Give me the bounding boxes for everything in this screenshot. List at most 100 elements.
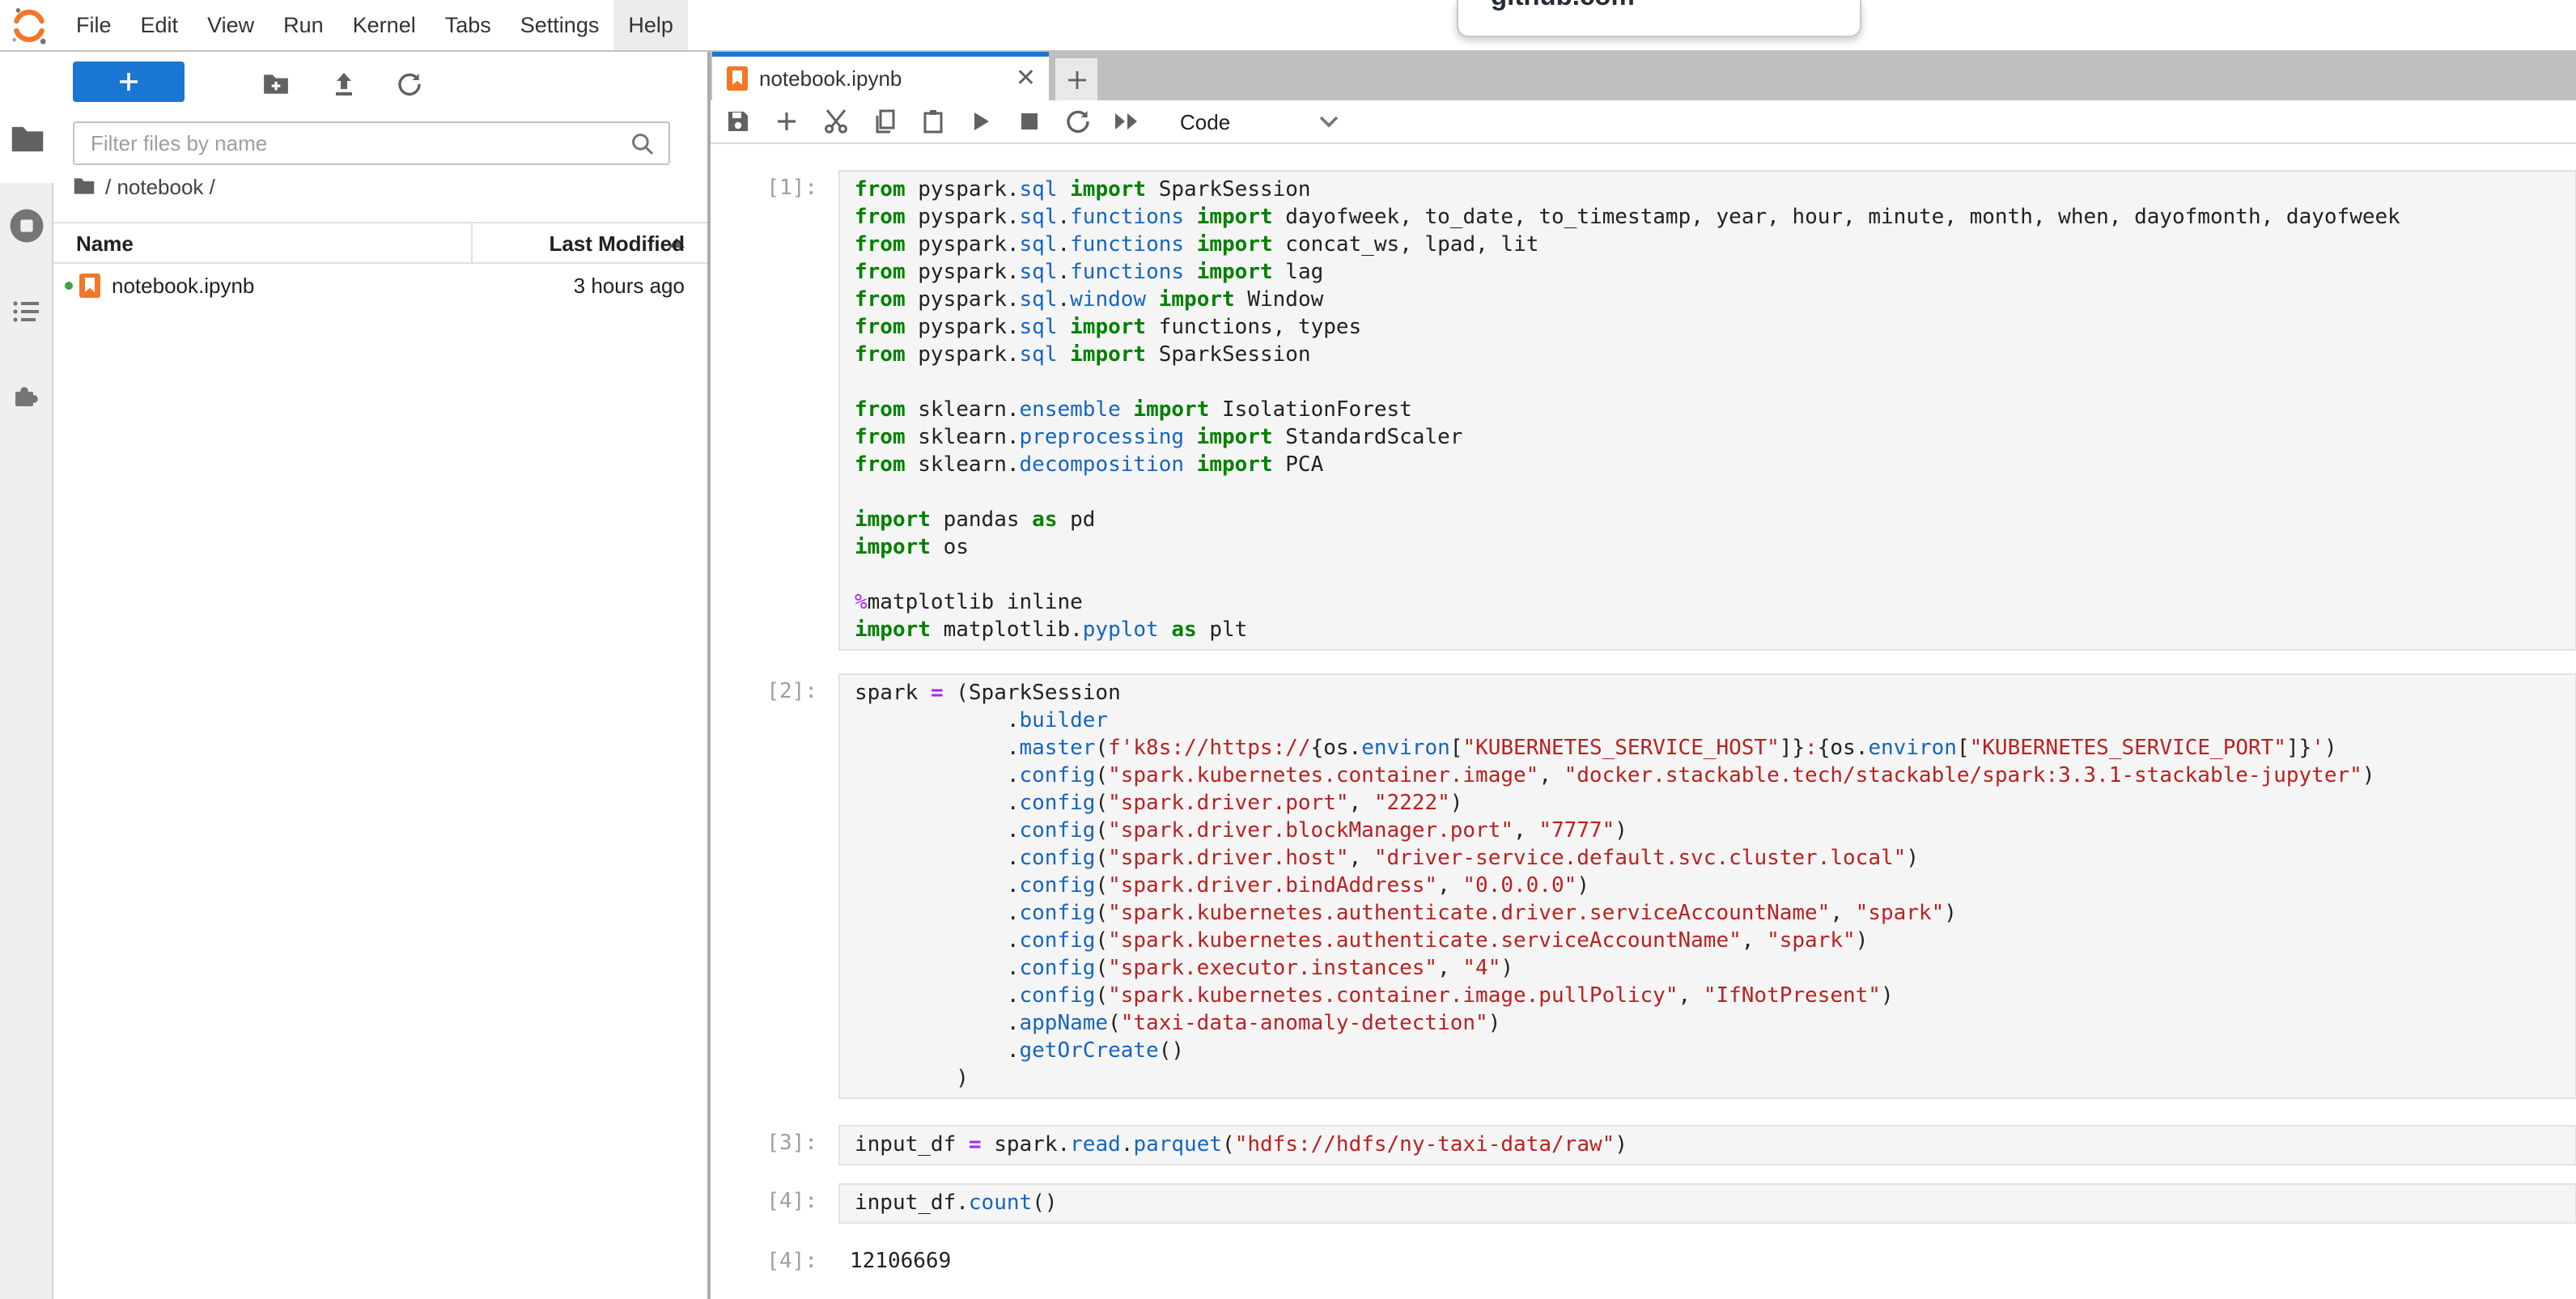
tab-notebook-icon <box>727 66 748 91</box>
breadcrumb[interactable]: / notebook / <box>73 167 215 206</box>
code-line: .appName("taxi-data-anomaly-detection") <box>855 1010 2575 1038</box>
filter-files-input[interactable] <box>87 129 630 157</box>
tab-title: notebook.ipynb <box>759 66 902 91</box>
main-area: notebook.ipynb ✕ <box>707 52 2576 1299</box>
code-line: .master(f'k8s://https://{os.environ["KUB… <box>855 735 2575 762</box>
code-line: input_df = spark.read.parquet("hdfs://hd… <box>855 1131 2575 1159</box>
breadcrumb-folder-icon <box>73 176 95 196</box>
menu-tabs[interactable]: Tabs <box>431 0 506 50</box>
sidebar-table-of-contents-icon[interactable] <box>0 299 53 324</box>
github-popup-text: github.com <box>1491 0 1860 13</box>
file-row-notebook[interactable]: notebook.ipynb 3 hours ago <box>53 264 707 306</box>
menu-file[interactable]: File <box>62 0 126 50</box>
tab-close-icon[interactable]: ✕ <box>1016 66 1036 91</box>
file-name: notebook.ipynb <box>112 273 254 297</box>
sidebar-running-kernels-icon[interactable] <box>0 207 53 244</box>
cell-editor[interactable]: input_df = spark.read.parquet("hdfs://hd… <box>838 1125 2576 1165</box>
code-line: from pyspark.sql.functions import lag <box>855 259 2575 287</box>
upload-icon[interactable] <box>327 68 359 100</box>
code-line: from sklearn.ensemble import IsolationFo… <box>855 397 2575 424</box>
code-cell[interactable]: [4]:input_df.count() <box>711 1183 2576 1224</box>
notebook-toolbar: Code <box>711 100 2576 144</box>
menu-run[interactable]: Run <box>269 0 338 50</box>
cell-type-dropdown-label[interactable]: Code <box>1180 109 1230 134</box>
code-line: .config("spark.kubernetes.authenticate.d… <box>855 900 2575 928</box>
column-divider <box>471 223 473 262</box>
tab-bar: notebook.ipynb ✕ <box>711 52 2576 100</box>
code-line: import os <box>855 534 2575 562</box>
code-line: .builder <box>855 707 2575 735</box>
code-line: .config("spark.driver.host", "driver-ser… <box>855 845 2575 872</box>
chevron-down-icon[interactable] <box>1314 107 1343 136</box>
menu-settings[interactable]: Settings <box>506 0 614 50</box>
paste-icon[interactable] <box>918 107 947 136</box>
code-line: .config("spark.kubernetes.authenticate.s… <box>855 928 2575 955</box>
search-icon <box>630 130 656 156</box>
column-header-last-modified[interactable]: Last Modified <box>549 231 685 255</box>
sidebar-file-browser-folder-icon[interactable] <box>0 125 53 154</box>
code-line <box>855 479 2575 507</box>
menu-kernel[interactable]: Kernel <box>338 0 431 50</box>
code-line: from sklearn.decomposition import PCA <box>855 452 2575 479</box>
github-popup: github.com <box>1457 0 1861 37</box>
code-line: from pyspark.sql import SparkSession <box>855 176 2575 204</box>
code-line: import pandas as pd <box>855 507 2575 534</box>
code-line: .config("spark.kubernetes.container.imag… <box>855 983 2575 1010</box>
code-cell[interactable]: [3]: input_df = spark.read.parquet("hdfs:… <box>711 1125 2576 1165</box>
cell-input-prompt: [2]: <box>711 673 834 704</box>
cell-list: [1]:from pyspark.sql import SparkSession… <box>711 170 2576 1274</box>
sidebar-extensions-puzzle-icon[interactable] <box>0 382 53 411</box>
file-modified: 3 hours ago <box>574 273 685 297</box>
code-line <box>855 562 2575 589</box>
menu-help[interactable]: Help <box>613 0 688 50</box>
code-line: from pyspark.sql import SparkSession <box>855 342 2575 369</box>
save-icon[interactable] <box>724 107 753 136</box>
insert-cell-icon[interactable] <box>772 107 801 136</box>
left-sidebar-background <box>0 183 53 1299</box>
breadcrumb-path: / notebook / <box>105 174 215 198</box>
code-line: from pyspark.sql.functions import concat… <box>855 231 2575 259</box>
stop-icon[interactable] <box>1015 107 1044 136</box>
cell-editor[interactable]: input_df.count() <box>838 1183 2576 1224</box>
left-sidebar <box>0 52 53 1299</box>
kernel-running-dot <box>65 281 73 289</box>
new-folder-icon[interactable] <box>259 68 291 100</box>
cell-editor[interactable]: spark = (SparkSession .builder .master(f… <box>838 673 2576 1099</box>
code-line: from pyspark.sql import functions, types <box>855 314 2575 342</box>
code-line: import matplotlib.pyplot as plt <box>855 617 2575 644</box>
code-line <box>855 369 2575 397</box>
cell-output-prompt: [4]: <box>711 1243 834 1274</box>
run-icon[interactable] <box>966 107 995 136</box>
cell-input-prompt: [1]: <box>711 170 834 201</box>
code-line: .config("spark.driver.port", "2222") <box>855 790 2575 817</box>
menu-edit[interactable]: Edit <box>126 0 193 50</box>
menu-view[interactable]: View <box>193 0 269 50</box>
code-line: spark = (SparkSession <box>855 680 2575 707</box>
code-line: .config("spark.driver.blockManager.port"… <box>855 817 2575 845</box>
new-tab-button[interactable] <box>1055 58 1097 100</box>
cell-input-prompt: [3]: <box>711 1125 834 1156</box>
code-line: %matplotlib inline <box>855 589 2575 617</box>
code-line: from pyspark.sql.window import Window <box>855 287 2575 314</box>
file-list-header: Name Last Modified <box>53 222 707 264</box>
code-cell[interactable]: [1]:from pyspark.sql import SparkSession… <box>711 170 2576 651</box>
refresh-icon[interactable] <box>393 68 426 100</box>
menu-bar: File Edit View Run Kernel Tabs Settings … <box>0 0 2576 52</box>
notebook-scroll-area[interactable]: [1]:from pyspark.sql import SparkSession… <box>711 146 2576 1299</box>
code-line: ) <box>855 1065 2575 1093</box>
code-cell[interactable]: [2]:spark = (SparkSession .builder .mast… <box>711 673 2576 1099</box>
file-browser-panel: / notebook / Name Last Modified notebook… <box>53 52 707 1299</box>
tab-notebook[interactable]: notebook.ipynb ✕ <box>712 52 1049 100</box>
restart-kernel-icon[interactable] <box>1063 107 1093 136</box>
code-line: from pyspark.sql.functions import dayofw… <box>855 204 2575 231</box>
code-line: .config("spark.executor.instances", "4") <box>855 955 2575 983</box>
run-all-icon[interactable] <box>1112 107 1141 136</box>
code-line: from sklearn.preprocessing import Standa… <box>855 424 2575 452</box>
cell-output-value: 12106669 <box>838 1243 951 1274</box>
new-launcher-button[interactable] <box>73 62 185 102</box>
cut-icon[interactable] <box>821 107 850 136</box>
code-line: .config("spark.kubernetes.container.imag… <box>855 762 2575 790</box>
column-header-name[interactable]: Name <box>76 231 134 255</box>
copy-icon[interactable] <box>869 107 898 136</box>
cell-editor[interactable]: from pyspark.sql import SparkSessionfrom… <box>838 170 2576 651</box>
